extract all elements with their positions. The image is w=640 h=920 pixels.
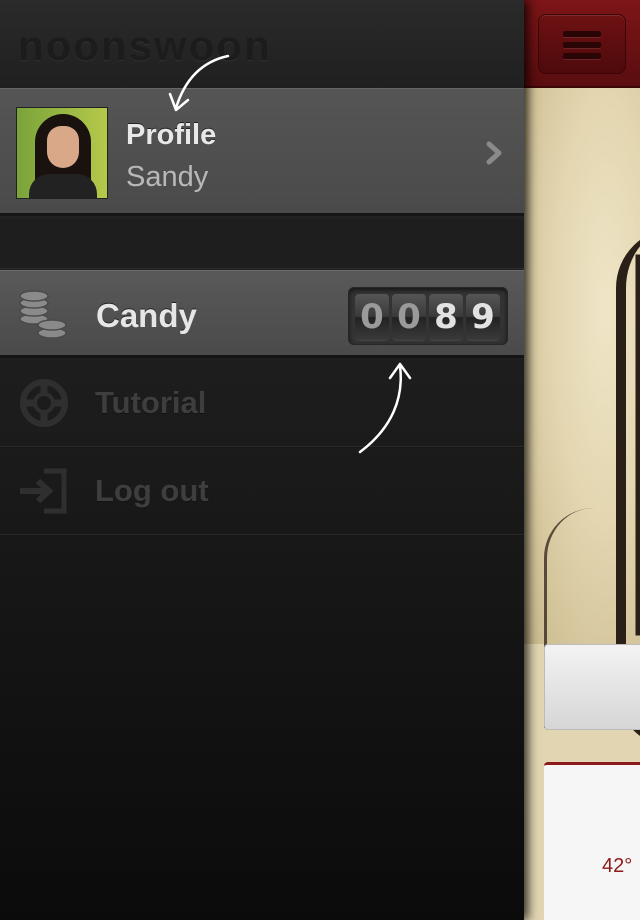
- app-screen: 42° noonswoon Profile Sandy Candy 0 0 8 …: [0, 0, 640, 920]
- menu-item-tutorial[interactable]: Tutorial: [0, 359, 524, 447]
- hamburger-line: [563, 53, 601, 59]
- main-screen-peek[interactable]: 42°: [524, 0, 640, 920]
- side-drawer: noonswoon Profile Sandy Candy 0 0 8 9 Tu…: [0, 0, 524, 920]
- avatar: [16, 107, 108, 199]
- chevron-right-icon: [486, 141, 502, 165]
- hamburger-menu-button[interactable]: [538, 14, 626, 74]
- avatar-face: [47, 126, 79, 168]
- candy-counter: 0 0 8 9: [348, 287, 508, 345]
- main-header: [524, 0, 640, 88]
- hamburger-line: [563, 31, 601, 37]
- counter-digit: 0: [355, 294, 389, 340]
- app-logo: noonswoon: [18, 22, 272, 69]
- counter-digit: 9: [466, 294, 500, 340]
- drawer-spacer: [0, 219, 524, 269]
- coins-icon: [19, 290, 67, 339]
- percent-text: 42°: [602, 855, 633, 877]
- drawer-header: noonswoon: [0, 0, 524, 88]
- main-card-button[interactable]: [544, 644, 640, 730]
- tutorial-label: Tutorial: [95, 385, 207, 420]
- counter-digit: 0: [392, 294, 426, 340]
- logout-icon: [20, 468, 67, 514]
- logout-label: Log out: [95, 473, 209, 508]
- candy-row[interactable]: Candy 0 0 8 9: [0, 270, 524, 358]
- menu-item-logout[interactable]: Log out: [0, 447, 524, 535]
- profile-row[interactable]: Profile Sandy: [0, 88, 524, 216]
- hamburger-line: [563, 42, 601, 48]
- profile-title: Profile: [126, 119, 217, 151]
- lifebuoy-icon: [20, 379, 68, 427]
- main-info-card: 42°: [544, 762, 640, 920]
- counter-digit: 8: [429, 294, 463, 340]
- main-photo: [524, 88, 640, 748]
- candy-label: Candy: [96, 297, 197, 334]
- profile-name: Sandy: [126, 161, 209, 193]
- avatar-shirt: [29, 174, 97, 198]
